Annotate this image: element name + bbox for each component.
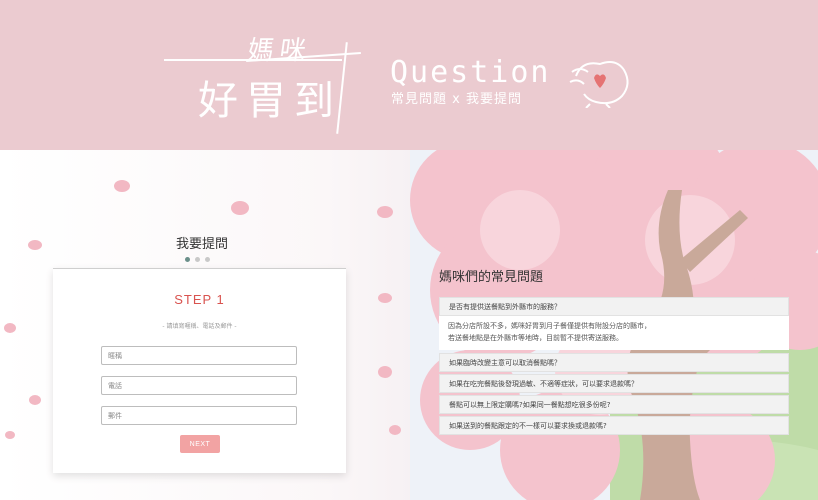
faq-title: 媽咪們的常見問題 bbox=[439, 270, 544, 285]
faq-answer-line: 因為分店所設不多，媽咪好胃到月子餐僅提供有附設分店的縣市， bbox=[448, 322, 651, 330]
logo-small-text: 媽咪 bbox=[245, 36, 314, 66]
ask-question-heading: 我要提問 bbox=[176, 237, 229, 252]
faq-answer-1: 因為分店所設不多，媽咪好胃到月子餐僅提供有附設分店的縣市， 若送餐地點是在外縣市… bbox=[439, 316, 789, 350]
step-dot-1[interactable] bbox=[185, 257, 190, 262]
step-dot-3[interactable] bbox=[205, 257, 210, 262]
faq-question-5[interactable]: 如果送到的餐點跟定的不一樣可以要求換或退款嗎? bbox=[439, 416, 789, 435]
email-input[interactable] bbox=[101, 406, 297, 425]
faq-answer-line: 若送餐地點是在外縣市等地時，目前暫不提供寄送服務。 bbox=[448, 334, 623, 342]
question-title: Question bbox=[390, 55, 551, 90]
logo-big-text: 好胃到 bbox=[198, 78, 342, 124]
step-dot-2[interactable] bbox=[195, 257, 200, 262]
question-subtitle: 常見問題 x 我要提問 bbox=[391, 92, 522, 107]
next-button[interactable]: NEXT bbox=[180, 435, 220, 453]
phone-input[interactable] bbox=[101, 376, 297, 395]
nickname-input[interactable] bbox=[101, 346, 297, 365]
faq-question-2[interactable]: 如果臨時改變主意可以取消餐點嗎？ bbox=[439, 353, 789, 372]
step-indicator bbox=[185, 257, 210, 262]
question-form-card: STEP 1 - 請填寫暱稱、電話及郵件 - NEXT bbox=[53, 268, 346, 473]
form-hint: - 請填寫暱稱、電話及郵件 - bbox=[162, 323, 237, 330]
header-banner: 媽咪 好胃到 Question 常見問題 x 我要提問 bbox=[0, 0, 818, 150]
faq-question-4[interactable]: 餐點可以無上限定購嗎?如果同一餐點想吃很多份呢? bbox=[439, 395, 789, 414]
faq-question-3[interactable]: 如果在吃完餐點後發現過敏、不適等症狀，可以要求退款嗎？ bbox=[439, 374, 789, 393]
mascot-pot-heart-icon bbox=[569, 61, 629, 108]
brand-logo[interactable]: 媽咪 好胃到 bbox=[160, 18, 375, 134]
step-label: STEP 1 bbox=[174, 292, 225, 307]
faq-question-1[interactable]: 是否有提供送餐點到外縣市的服務？ bbox=[439, 297, 789, 316]
